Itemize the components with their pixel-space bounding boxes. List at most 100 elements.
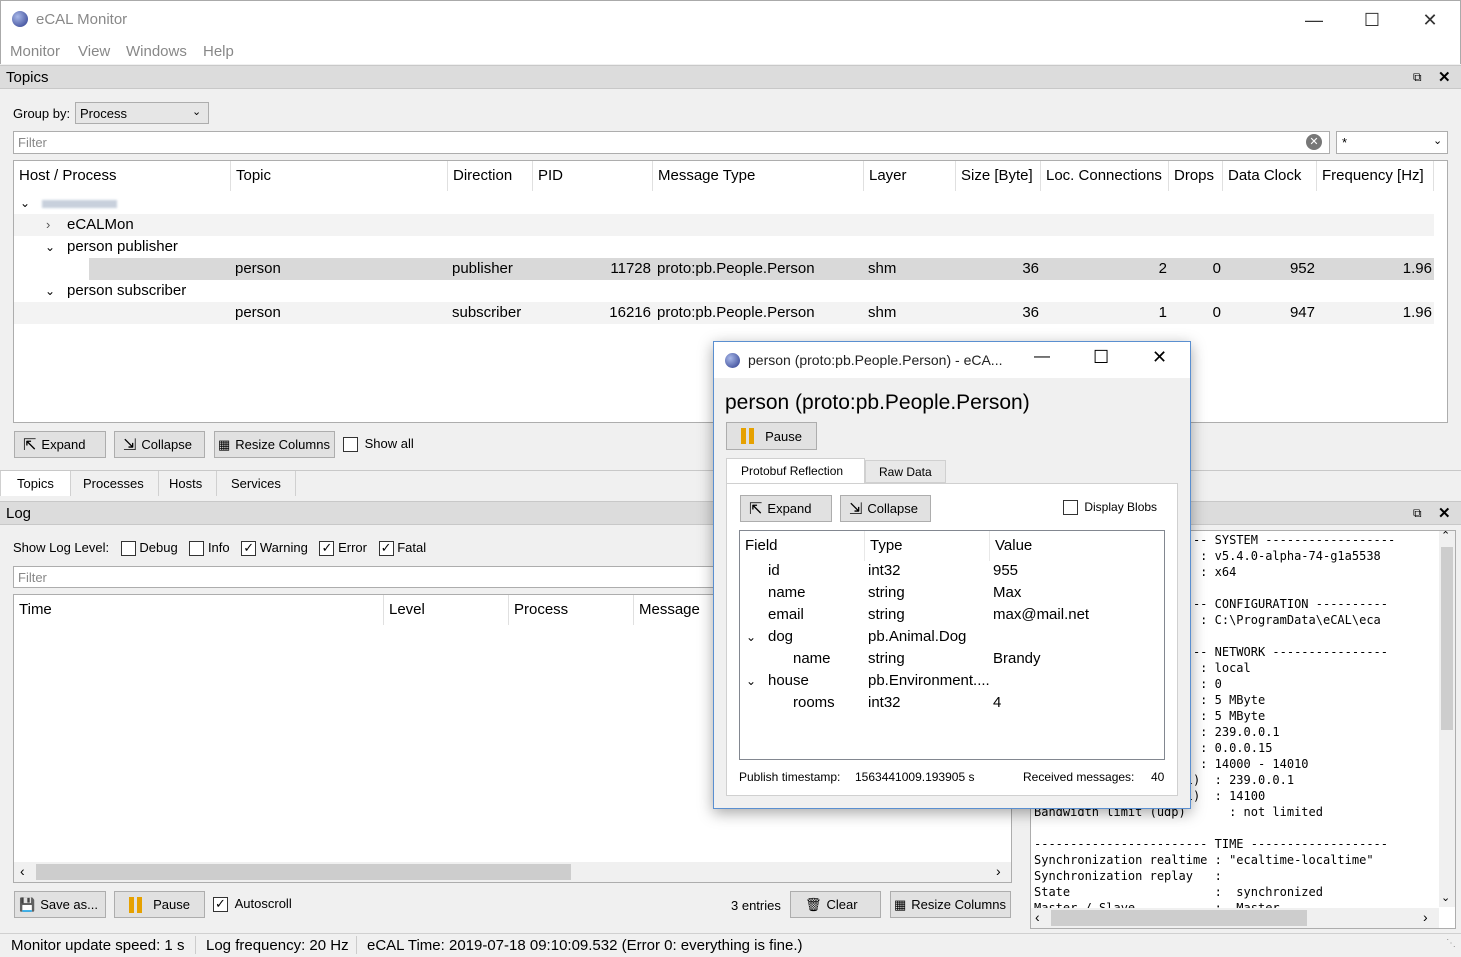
dialog-expand-button[interactable]: ⇱ Expand xyxy=(740,495,832,522)
col-layer[interactable]: Layer xyxy=(864,161,956,191)
col-message-type[interactable]: Message Type xyxy=(653,161,864,191)
reflection-row[interactable]: rooms int32 4 xyxy=(740,692,1164,714)
col-field[interactable]: Field xyxy=(740,531,865,561)
dialog-collapse-button[interactable]: ⇲ Collapse xyxy=(840,495,931,522)
col-drops[interactable]: Drops xyxy=(1169,161,1223,191)
reflection-row[interactable]: ⌄ dog pb.Animal.Dog xyxy=(740,626,1164,648)
minimize-button[interactable]: — xyxy=(1034,348,1050,366)
resize-grip-icon[interactable]: ⋱ xyxy=(1446,938,1456,949)
col-process[interactable]: Process xyxy=(509,595,634,625)
chevron-down-icon[interactable]: ⌄ xyxy=(746,670,756,692)
topic-row-publisher[interactable]: person publisher 11728 proto:pb.People.P… xyxy=(89,258,1434,280)
process-row-ecalmon[interactable]: › eCALMon xyxy=(14,214,1434,236)
menu-help[interactable]: Help xyxy=(203,43,234,60)
scroll-right-icon[interactable]: › xyxy=(996,863,1001,879)
reflection-row[interactable]: email string max@mail.net xyxy=(740,604,1164,626)
scrollbar-thumb[interactable] xyxy=(1441,547,1453,730)
close-window-button[interactable]: ✕ xyxy=(1401,1,1459,39)
chevron-right-icon[interactable]: › xyxy=(46,214,50,236)
log-filter-input[interactable]: Filter xyxy=(13,566,723,588)
log-horizontal-scrollbar[interactable]: ‹ › xyxy=(14,862,1011,882)
autoscroll-toggle[interactable]: Autoscroll xyxy=(213,896,292,913)
scroll-right-icon[interactable]: › xyxy=(1423,909,1428,925)
chevron-down-icon[interactable]: ⌄ xyxy=(20,192,30,214)
group-by-select[interactable]: Process ⌄ xyxy=(75,102,209,124)
reflection-row[interactable]: ⌄ house pb.Environment.... xyxy=(740,670,1164,692)
level-warning[interactable]: Warning xyxy=(241,540,308,557)
chevron-down-icon[interactable]: ⌄ xyxy=(45,280,55,302)
filter-mode-select[interactable]: * ⌄ xyxy=(1336,131,1448,154)
reflection-row[interactable]: name string Max xyxy=(740,582,1164,604)
col-time[interactable]: Time xyxy=(14,595,384,625)
topic-row-subscriber[interactable]: person subscriber 16216 proto:pb.People.… xyxy=(14,302,1434,324)
col-level[interactable]: Level xyxy=(384,595,509,625)
menu-view[interactable]: View xyxy=(78,43,110,60)
autoscroll-checkbox[interactable] xyxy=(213,896,228,913)
minimize-button[interactable]: — xyxy=(1285,1,1343,39)
dialog-pause-button[interactable]: Pause xyxy=(726,422,817,450)
reflection-row[interactable]: name string Brandy xyxy=(740,648,1164,670)
col-topic[interactable]: Topic xyxy=(231,161,448,191)
resize-columns-button[interactable]: ▦ Resize Columns xyxy=(214,431,335,458)
error-checkbox[interactable] xyxy=(319,540,335,557)
clear-filter-icon[interactable]: ✕ xyxy=(1306,134,1322,150)
chevron-down-icon[interactable]: ⌄ xyxy=(45,236,55,258)
menu-monitor[interactable]: Monitor xyxy=(10,43,60,60)
show-all-checkbox[interactable] xyxy=(343,437,358,453)
chevron-down-icon[interactable]: ⌄ xyxy=(746,626,756,648)
col-size[interactable]: Size [Byte] xyxy=(956,161,1041,191)
float-dock-icon[interactable]: ⧉ xyxy=(1413,506,1422,521)
show-all-toggle[interactable]: Show all xyxy=(343,436,414,453)
col-value[interactable]: Value xyxy=(990,531,1164,561)
tab-processes[interactable]: Processes xyxy=(69,471,159,496)
scroll-up-icon[interactable]: ⌃ xyxy=(1441,531,1450,542)
scroll-left-icon[interactable]: ‹ xyxy=(20,863,25,879)
log-resize-columns-button[interactable]: ▦ Resize Columns xyxy=(890,891,1011,918)
host-row[interactable]: ⌄ xyxy=(14,192,1434,214)
close-dock-icon[interactable]: ✕ xyxy=(1438,68,1451,86)
menu-windows[interactable]: Windows xyxy=(126,43,187,60)
debug-checkbox[interactable] xyxy=(120,541,136,557)
col-frequency[interactable]: Frequency [Hz] xyxy=(1317,161,1434,191)
tab-raw-data[interactable]: Raw Data xyxy=(865,460,946,483)
sysinfo-horizontal-scrollbar[interactable]: ‹ › xyxy=(1031,908,1439,928)
reflection-row[interactable]: id int32 955 xyxy=(740,560,1164,582)
sysinfo-vertical-scrollbar[interactable]: ⌃ ⌄ xyxy=(1439,531,1455,907)
level-error[interactable]: Error xyxy=(319,540,367,557)
col-type[interactable]: Type xyxy=(865,531,990,561)
display-blobs-toggle[interactable]: Display Blobs xyxy=(1063,500,1157,516)
level-info[interactable]: Info xyxy=(189,540,230,557)
process-row-subscriber[interactable]: ⌄ person subscriber xyxy=(14,280,1434,302)
process-row-publisher[interactable]: ⌄ person publisher xyxy=(14,236,1434,258)
col-pid[interactable]: PID xyxy=(533,161,653,191)
close-dock-icon[interactable]: ✕ xyxy=(1438,504,1451,522)
level-debug[interactable]: Debug xyxy=(120,540,178,557)
col-direction[interactable]: Direction xyxy=(448,161,533,191)
tab-hosts[interactable]: Hosts xyxy=(155,471,218,496)
fatal-checkbox[interactable] xyxy=(378,540,394,557)
clear-log-button[interactable]: 🗑 Clear xyxy=(790,891,881,918)
maximize-button[interactable]: ☐ xyxy=(1093,347,1109,368)
scroll-down-icon[interactable]: ⌄ xyxy=(1441,891,1450,904)
scroll-left-icon[interactable]: ‹ xyxy=(1035,909,1040,925)
scrollbar-thumb[interactable] xyxy=(1051,910,1307,926)
tab-topics[interactable]: Topics xyxy=(0,471,71,496)
collapse-button[interactable]: ⇲ Collapse xyxy=(114,431,205,458)
expand-button[interactable]: ⇱ Expand xyxy=(14,431,106,458)
info-checkbox[interactable] xyxy=(189,541,205,557)
float-dock-icon[interactable]: ⧉ xyxy=(1413,70,1422,85)
col-data-clock[interactable]: Data Clock xyxy=(1223,161,1317,191)
close-dialog-button[interactable]: ✕ xyxy=(1152,347,1167,368)
col-loc-connections[interactable]: Loc. Connections xyxy=(1041,161,1169,191)
topics-filter-input[interactable]: Filter ✕ xyxy=(13,131,1330,154)
log-pause-button[interactable]: Pause xyxy=(114,891,205,918)
warning-checkbox[interactable] xyxy=(241,540,257,557)
level-fatal[interactable]: Fatal xyxy=(378,540,426,557)
tab-services[interactable]: Services xyxy=(217,471,296,496)
save-as-button[interactable]: 💾 Save as... xyxy=(14,891,106,918)
maximize-button[interactable]: ☐ xyxy=(1343,1,1401,39)
scrollbar-thumb[interactable] xyxy=(36,864,571,880)
expand-icon: ⇱ xyxy=(23,436,37,454)
tab-protobuf-reflection[interactable]: Protobuf Reflection xyxy=(726,458,865,484)
display-blobs-checkbox[interactable] xyxy=(1063,500,1078,516)
